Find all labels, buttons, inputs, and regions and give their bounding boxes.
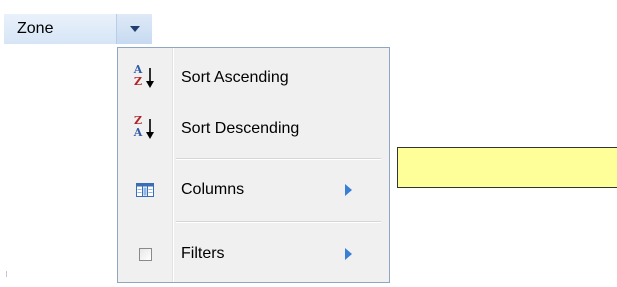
menu-item-label: Sort Ascending — [181, 69, 289, 86]
icon-slot: A Z — [119, 58, 171, 98]
menu-item-columns[interactable]: Columns — [119, 170, 389, 210]
columns-icon — [136, 183, 154, 197]
chevron-right-icon — [345, 184, 352, 196]
menu-item-label: Columns — [181, 181, 245, 198]
icon-slot: Z A — [119, 109, 171, 149]
menu-item-label: Filters — [181, 245, 225, 262]
column-menu: A Z Sort Ascending Z A Sort Descending C… — [117, 47, 390, 283]
column-menu-trigger[interactable] — [116, 14, 152, 44]
menu-separator — [176, 158, 381, 159]
grid-edge-mark — [6, 271, 7, 277]
menu-separator — [176, 221, 381, 222]
menu-item-label: Sort Descending — [181, 120, 300, 137]
icon-slot — [119, 234, 171, 274]
menu-item-filters[interactable]: Filters — [119, 234, 389, 274]
chevron-down-icon — [129, 26, 140, 32]
chevron-right-icon — [345, 248, 352, 260]
column-header-zone[interactable]: Zone — [4, 14, 152, 44]
grid-area: Zone A Z Sort Ascending Z A Sort Descend… — [0, 0, 617, 287]
submenu-arrow — [345, 184, 389, 196]
column-header-label[interactable]: Zone — [4, 14, 116, 44]
menu-item-sort-ascending[interactable]: A Z Sort Ascending — [119, 58, 389, 98]
icon-slot — [119, 170, 171, 210]
highlight-box — [397, 147, 617, 188]
checkbox-icon[interactable] — [138, 247, 152, 261]
submenu-arrow — [345, 248, 389, 260]
sort-ascending-icon: A Z — [132, 64, 158, 91]
sort-descending-icon: Z A — [132, 115, 158, 142]
menu-item-sort-descending[interactable]: Z A Sort Descending — [119, 109, 389, 149]
